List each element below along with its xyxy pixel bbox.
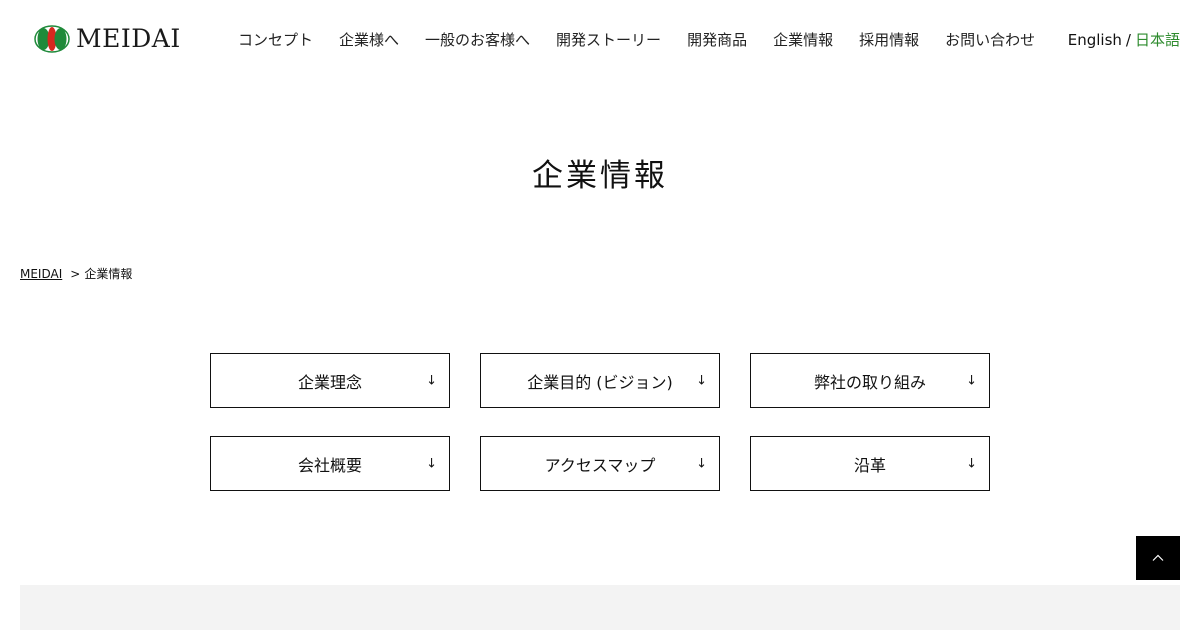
section-button-vision[interactable]: 企業目的 (ビジョン) ↓ — [480, 353, 720, 408]
section-button-initiatives[interactable]: 弊社の取り組み ↓ — [750, 353, 990, 408]
nav-item-general-customers[interactable]: 一般のお客様へ — [425, 29, 530, 51]
breadcrumb-separator: > — [70, 266, 81, 281]
arrow-down-icon: ↓ — [966, 456, 977, 471]
section-button-label: 企業目的 (ビジョン) — [527, 372, 673, 392]
main-nav: コンセプト 企業様へ 一般のお客様へ 開発ストーリー 開発商品 企業情報 採用情… — [238, 29, 1061, 51]
arrow-down-icon: ↓ — [696, 373, 707, 388]
nav-item-company-info[interactable]: 企業情報 — [773, 29, 833, 51]
arrow-down-icon: ↓ — [966, 373, 977, 388]
nav-item-recruitment[interactable]: 採用情報 — [859, 29, 919, 51]
breadcrumb: MEIDAI > 企業情報 — [20, 265, 132, 282]
language-switcher: English / 日本語 — [1068, 29, 1180, 51]
section-button-history[interactable]: 沿革 ↓ — [750, 436, 990, 491]
nav-item-corporate-clients[interactable]: 企業様へ — [339, 29, 399, 51]
chevron-up-icon — [1152, 554, 1164, 561]
nav-item-products[interactable]: 開発商品 — [687, 29, 747, 51]
breadcrumb-home-link[interactable]: MEIDAI — [20, 267, 62, 281]
logo-link[interactable]: MEIDAI — [34, 24, 181, 54]
section-button-label: 沿革 — [853, 455, 886, 475]
lang-english-link[interactable]: English — [1068, 29, 1122, 51]
section-button-label: 弊社の取り組み — [813, 372, 926, 392]
section-button-company-overview[interactable]: 会社概要 ↓ — [210, 436, 450, 491]
arrow-down-icon: ↓ — [426, 373, 437, 388]
breadcrumb-current: 企業情報 — [84, 267, 133, 281]
section-button-access-map[interactable]: アクセスマップ ↓ — [480, 436, 720, 491]
section-button-label: 企業理念 — [297, 372, 362, 392]
section-button-philosophy[interactable]: 企業理念 ↓ — [210, 353, 450, 408]
section-link-grid: 企業理念 ↓ 企業目的 (ビジョン) ↓ 弊社の取り組み ↓ 会社概要 ↓ アク… — [210, 353, 990, 491]
section-button-label: 会社概要 — [297, 455, 362, 475]
arrow-down-icon: ↓ — [696, 456, 707, 471]
lang-japanese-link[interactable]: 日本語 — [1135, 29, 1180, 51]
nav-item-development-story[interactable]: 開発ストーリー — [556, 29, 661, 51]
nav-item-concept[interactable]: コンセプト — [238, 29, 313, 51]
nav-item-contact[interactable]: お問い合わせ — [945, 29, 1035, 51]
page-title: 企業情報 — [532, 158, 668, 194]
brand-name: MEIDAI — [76, 24, 181, 53]
meidai-logo-icon — [34, 25, 70, 53]
arrow-down-icon: ↓ — [426, 456, 437, 471]
site-header: MEIDAI コンセプト 企業様へ 一般のお客様へ 開発ストーリー 開発商品 企… — [0, 0, 1200, 80]
back-to-top-button[interactable] — [1136, 536, 1180, 580]
section-button-label: アクセスマップ — [544, 455, 656, 475]
lang-separator: / — [1125, 31, 1131, 49]
footer-section — [20, 585, 1180, 630]
